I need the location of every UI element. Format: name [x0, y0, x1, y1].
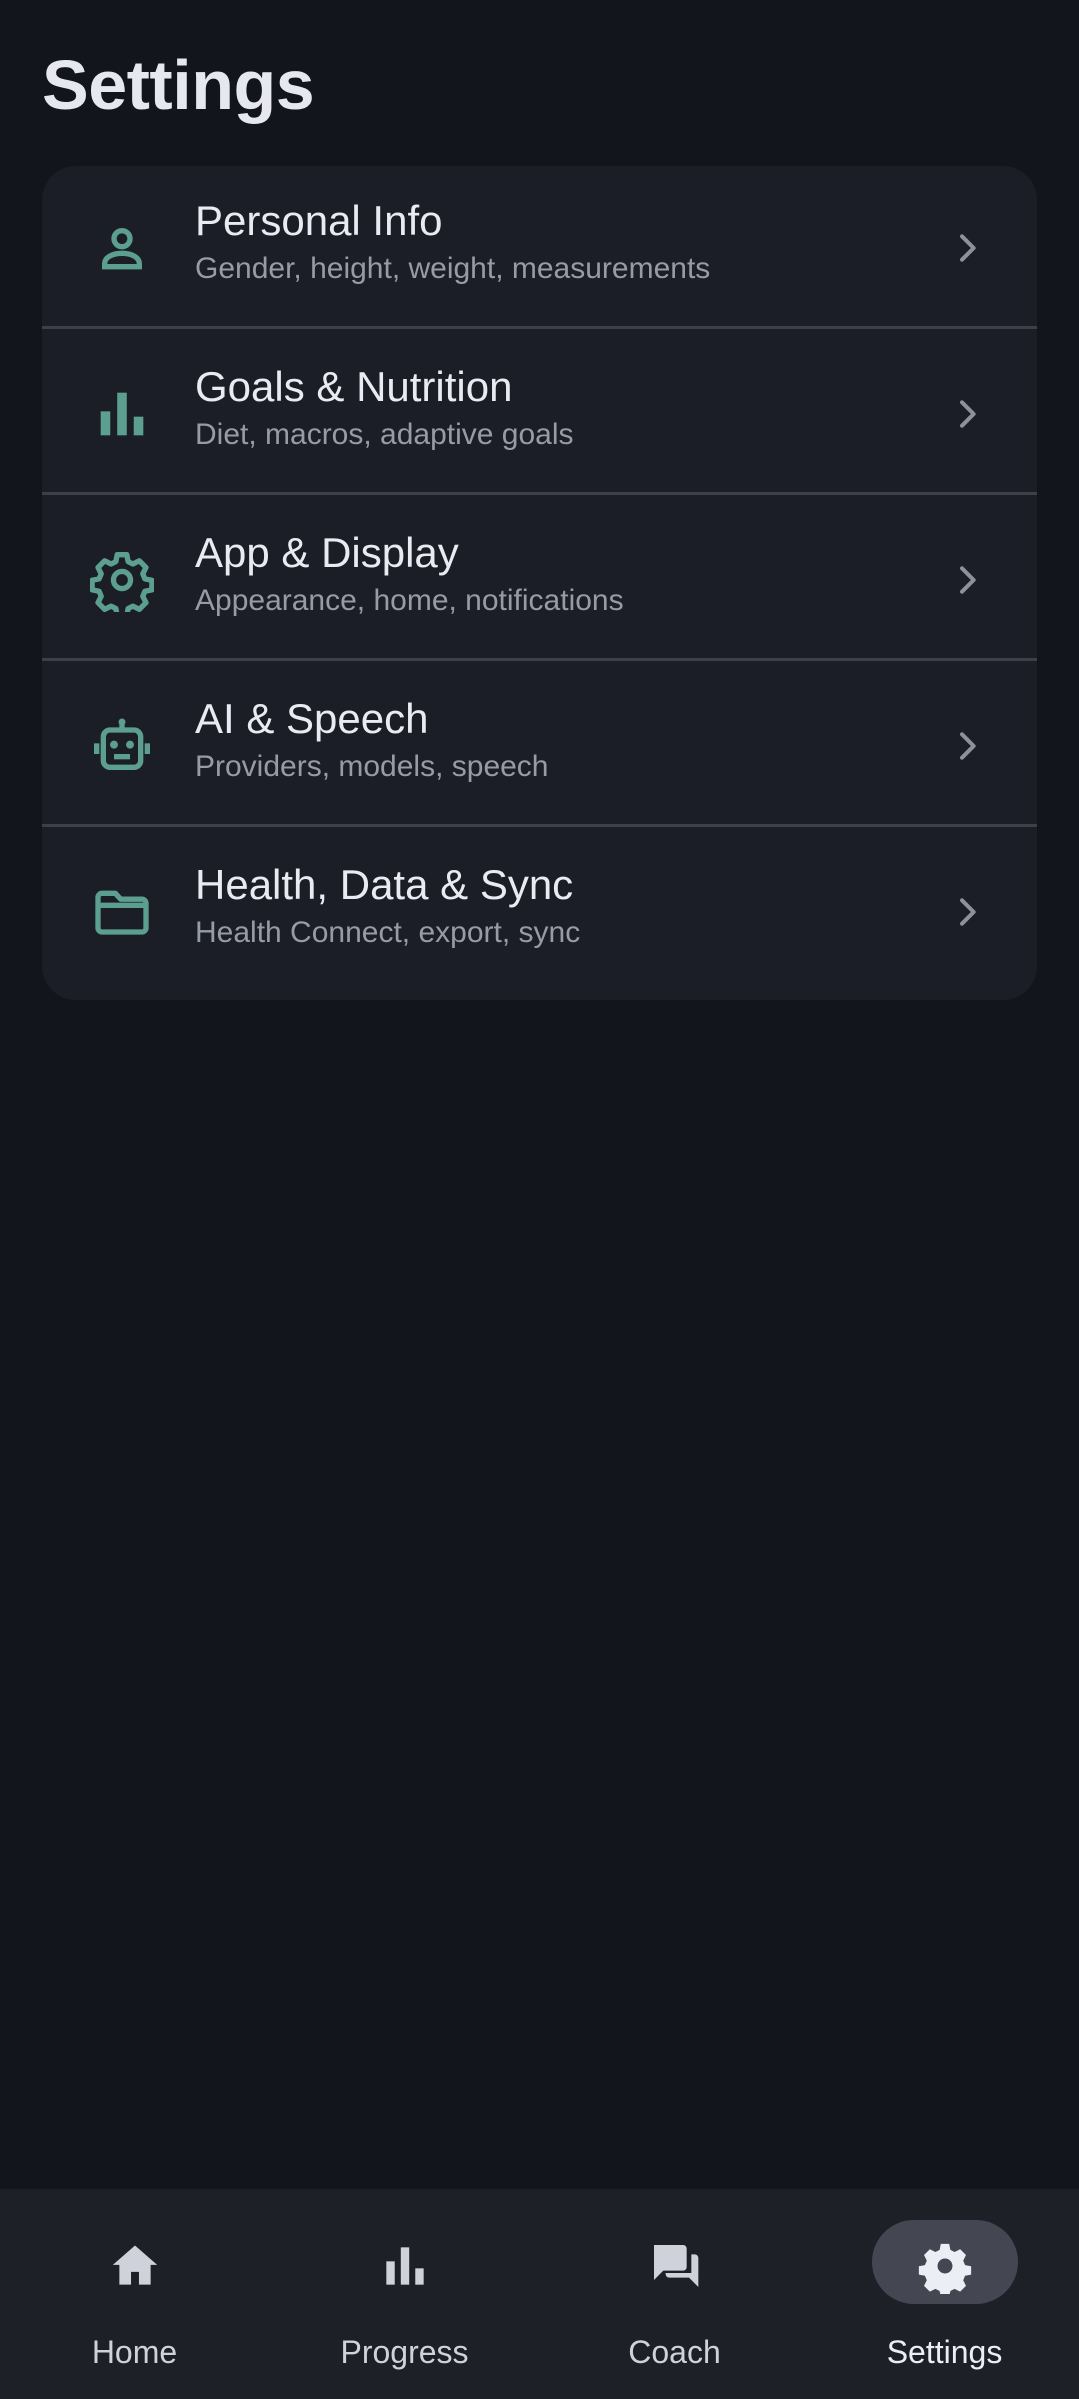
gear-icon [90, 548, 154, 612]
chevron-right-icon [947, 892, 987, 932]
nav-label: Coach [628, 2334, 721, 2370]
settings-item-title: Goals & Nutrition [195, 363, 513, 410]
settings-item-title: AI & Speech [195, 695, 429, 742]
bar-chart-icon [377, 2238, 433, 2294]
settings-item-app-display[interactable]: App & Display Appearance, home, notifica… [42, 498, 1037, 661]
gear-icon [917, 2238, 973, 2298]
chevron-right-icon [947, 394, 987, 434]
bottom-navigation: Home Progress Coach Settings [0, 2189, 1079, 2399]
bar-chart-icon [90, 382, 154, 446]
settings-list: Personal Info Gender, height, weight, me… [42, 166, 1037, 1000]
person-icon [90, 216, 154, 280]
nav-label: Settings [886, 2334, 1003, 2370]
settings-item-ai-speech[interactable]: AI & Speech Providers, models, speech [42, 664, 1037, 827]
chat-bubbles-icon [647, 2238, 703, 2294]
nav-label: Progress [340, 2334, 469, 2370]
settings-item-subtitle: Gender, height, weight, measurements [195, 252, 711, 285]
nav-label: Home [91, 2334, 178, 2370]
home-icon [107, 2238, 163, 2294]
settings-item-title: Personal Info [195, 197, 443, 244]
nav-item-progress[interactable]: Progress [270, 2189, 539, 2399]
settings-item-goals-nutrition[interactable]: Goals & Nutrition Diet, macros, adaptive… [42, 332, 1037, 495]
settings-item-title: App & Display [195, 529, 459, 576]
chevron-right-icon [947, 726, 987, 766]
robot-icon [90, 714, 154, 778]
settings-item-subtitle: Diet, macros, adaptive goals [195, 418, 574, 451]
chevron-right-icon [947, 228, 987, 268]
settings-item-subtitle: Providers, models, speech [195, 750, 549, 783]
nav-item-settings[interactable]: Settings [810, 2189, 1079, 2399]
settings-item-subtitle: Health Connect, export, sync [195, 916, 581, 949]
settings-item-title: Health, Data & Sync [195, 861, 574, 908]
settings-item-personal-info[interactable]: Personal Info Gender, height, weight, me… [42, 166, 1037, 329]
nav-item-coach[interactable]: Coach [540, 2189, 809, 2399]
settings-item-health-data-sync[interactable]: Health, Data & Sync Health Connect, expo… [42, 830, 1037, 993]
page-title: Settings [42, 46, 315, 124]
nav-item-home[interactable]: Home [0, 2189, 269, 2399]
folder-icon [90, 880, 154, 944]
chevron-right-icon [947, 560, 987, 600]
settings-item-subtitle: Appearance, home, notifications [195, 584, 624, 617]
